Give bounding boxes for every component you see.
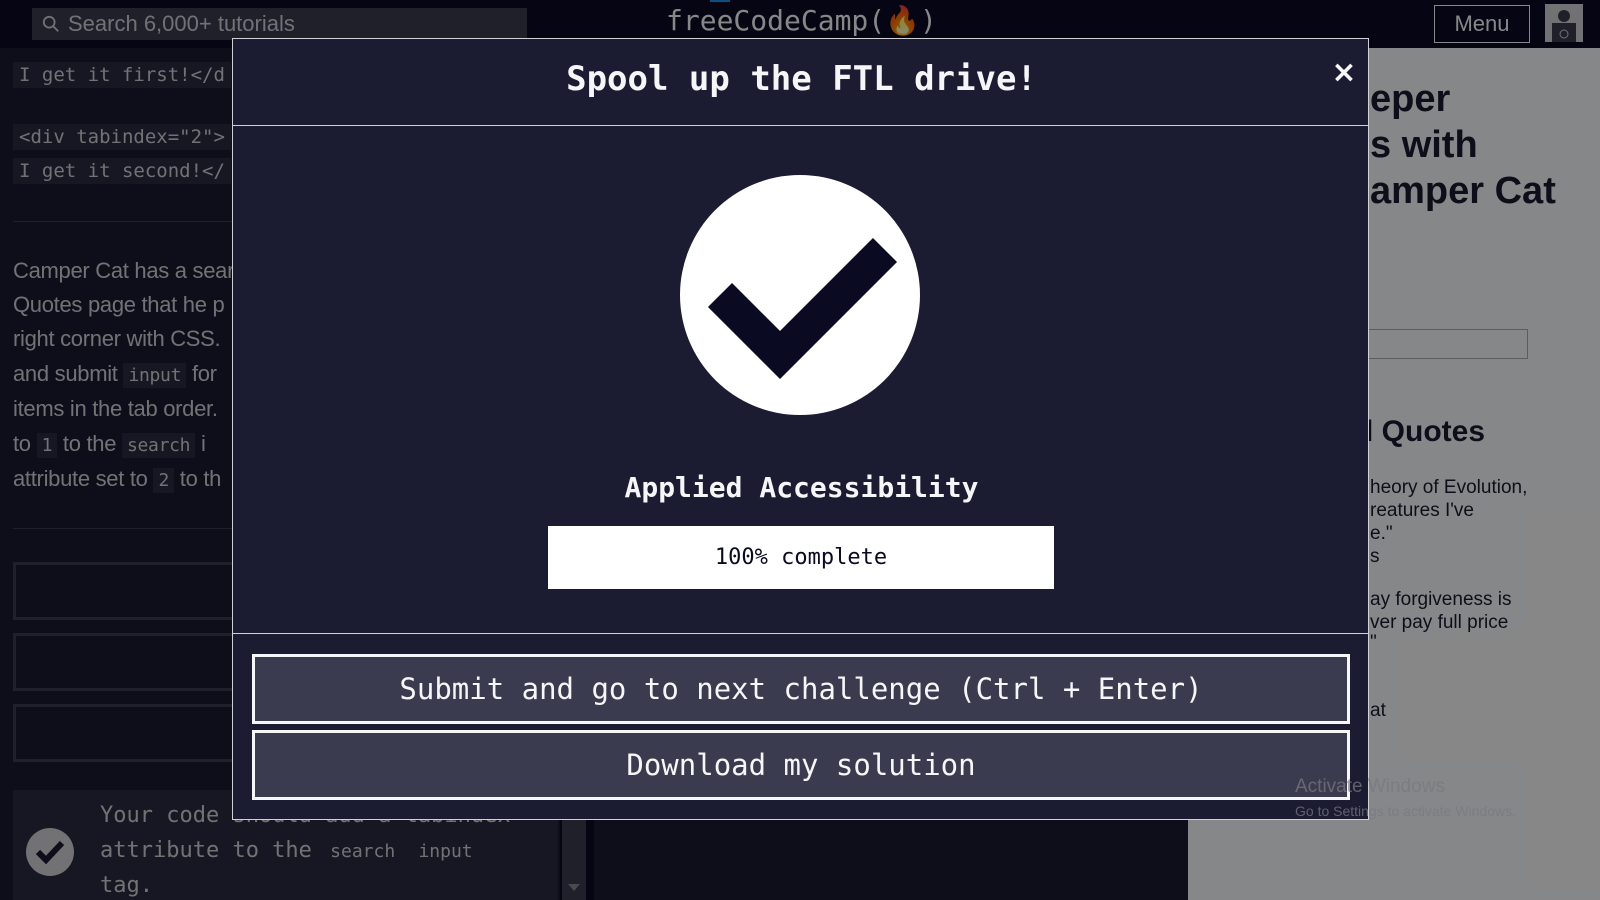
- modal-title: Spool up the FTL drive!: [566, 59, 1037, 99]
- modal-divider: [233, 633, 1368, 634]
- progress-label: 100% complete: [714, 545, 888, 570]
- download-solution-button[interactable]: Download my solution: [252, 730, 1350, 800]
- activation-watermark-title: Activate Windows: [1295, 776, 1445, 797]
- progress-bar: 100% complete: [548, 526, 1054, 589]
- close-icon[interactable]: ×: [1328, 57, 1360, 89]
- big-check-icon: [707, 237, 898, 380]
- block-title: Applied Accessibility: [624, 471, 979, 504]
- submit-next-challenge-button[interactable]: Submit and go to next challenge (Ctrl + …: [252, 654, 1350, 724]
- modal-divider: [233, 125, 1368, 126]
- activation-watermark-subtitle: Go to Settings to activate Windows.: [1295, 803, 1516, 819]
- success-badge: [680, 175, 920, 415]
- completion-modal: Spool up the FTL drive! × Applied Access…: [232, 38, 1369, 820]
